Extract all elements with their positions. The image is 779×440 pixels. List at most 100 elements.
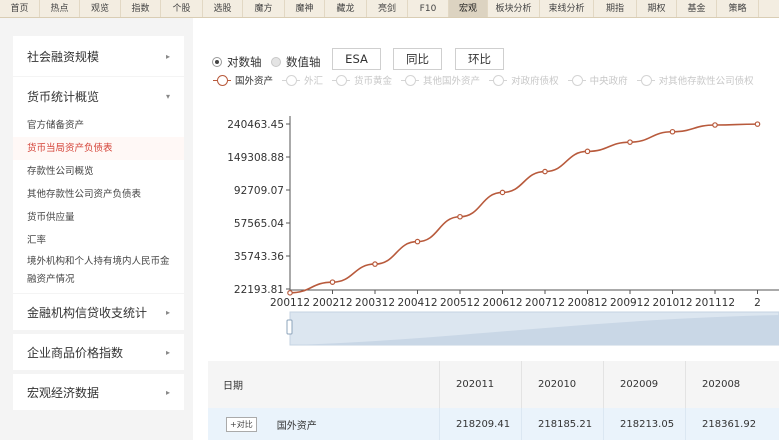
table-header-col[interactable]: 202011 xyxy=(440,361,522,408)
zoom-handle-icon[interactable] xyxy=(286,319,293,335)
nav-tab[interactable]: 指数 xyxy=(121,0,161,17)
compare-button[interactable]: +对比 xyxy=(226,416,257,432)
table-header-col[interactable]: 202009 xyxy=(604,361,686,408)
table-row-name: 国外资产 xyxy=(276,420,317,432)
legend-item[interactable]: 对政府债权 xyxy=(489,73,559,87)
x-tick-label: 200812 xyxy=(567,297,607,309)
legend-label: 对政府债权 xyxy=(511,76,559,87)
esa-button[interactable]: ESA xyxy=(332,48,381,70)
x-tick-label: 200512 xyxy=(440,297,480,309)
legend-item[interactable]: 货币黄金 xyxy=(332,73,392,87)
sidebar-item-other-depository-balance[interactable]: 其他存款性公司资产负债表 xyxy=(13,183,184,206)
nav-tab[interactable]: 观览 xyxy=(80,0,121,17)
table-header-col[interactable]: 202008 xyxy=(686,361,779,408)
sidebar-card-macro-data[interactable]: 宏观经济数据 ▸ xyxy=(13,374,184,410)
sidebar-item-foreign-holdings-line1: 境外机构和个人持有境内人民币金 xyxy=(27,256,170,267)
nav-tab[interactable]: 热点 xyxy=(40,0,80,17)
legend-item[interactable]: 国外资产 xyxy=(213,73,273,87)
x-tick-label: 200312 xyxy=(355,297,395,309)
data-point xyxy=(457,213,463,220)
chevron-right-icon: ▸ xyxy=(165,51,170,61)
value-axis-radio[interactable]: 数值轴 xyxy=(271,54,321,70)
legend-marker-icon xyxy=(213,75,231,86)
table-header-date: 日期 xyxy=(208,361,440,408)
sidebar-section-credit-stats[interactable]: 金融机构信贷收支统计 ▸ xyxy=(13,294,184,330)
legend-label: 外汇 xyxy=(304,76,324,87)
table-row: +对比 国外资产 218209.41 218185.21 218213.05 2… xyxy=(208,408,779,440)
legend-item[interactable]: 其他国外资产 xyxy=(401,73,480,87)
sidebar-section-label: 金融机构信贷收支统计 xyxy=(27,305,148,320)
y-tick-label: 22193.81 xyxy=(234,284,284,296)
sidebar-section-social-financing[interactable]: 社会融资规模 ▸ xyxy=(13,36,184,76)
nav-tab[interactable]: 期权 xyxy=(637,0,677,17)
data-point xyxy=(712,122,718,128)
top-navigation: 首页 热点 观览 指数 个股 选股 魔方 魔神 藏龙 亮剑 F10 宏观 板块分析 束线分析 期指 期权 基金策… xyxy=(0,0,779,18)
table-cell-value: 218185.21 xyxy=(522,408,604,440)
data-point xyxy=(669,128,676,135)
nav-tab[interactable]: 策略 xyxy=(717,0,759,17)
table-header-col[interactable]: 202010 xyxy=(522,361,604,408)
nav-tab[interactable]: 首页 xyxy=(0,0,40,17)
data-point xyxy=(627,139,633,145)
legend-label: 中央政府 xyxy=(589,76,628,87)
x-tick-label: 200612 xyxy=(482,297,522,309)
data-table: 日期 202011 202010 202009 202008 +对比 国外资产 … xyxy=(208,361,779,440)
x-tick-label: 201112 xyxy=(695,297,735,309)
sidebar-item-depository-survey[interactable]: 存款性公司概览 xyxy=(13,160,184,183)
x-tick-label: 200412 xyxy=(397,297,437,309)
legend-item[interactable]: 中央政府 xyxy=(567,73,628,87)
nav-tab[interactable]: 亮剑 xyxy=(367,0,408,17)
radio-selected-icon xyxy=(212,57,222,67)
nav-tab[interactable]: 宏观 xyxy=(449,0,488,17)
value-axis-label: 数值轴 xyxy=(286,55,321,69)
y-tick-label: 92709.07 xyxy=(234,185,284,197)
sidebar-card-price-index[interactable]: 企业商品价格指数 ▸ xyxy=(13,334,184,370)
sidebar-card-social-financing[interactable]: 社会融资规模 ▸ xyxy=(13,36,184,76)
x-tick-label: 200712 xyxy=(525,297,565,309)
nav-tab[interactable]: 期指 xyxy=(594,0,637,17)
chevron-right-icon: ▸ xyxy=(165,387,170,397)
chevron-down-icon: ▾ xyxy=(165,91,170,101)
legend-item[interactable]: 对其他存款性公司债权 xyxy=(636,73,754,87)
main-panel: 对数轴 数值轴 ESA 同比 环比 国外资产 外汇 货币黄金 其他国外资产 对政府债权 中… xyxy=(193,18,779,440)
data-point xyxy=(584,148,591,155)
x-tick-label: 200212 xyxy=(312,297,352,309)
nav-tab[interactable]: 板块分析 xyxy=(488,0,540,17)
legend-marker-icon xyxy=(489,75,508,86)
sidebar-item-exchange-rate[interactable]: 汇率 xyxy=(13,229,184,252)
legend-marker-icon xyxy=(401,75,420,86)
nav-tab[interactable]: 魔神 xyxy=(285,0,325,17)
y-tick-label: 149308.88 xyxy=(227,152,284,164)
sidebar-item-money-supply[interactable]: 货币供应量 xyxy=(13,206,184,229)
nav-tab[interactable]: 束线分析 xyxy=(540,0,594,17)
table-cell-value: 218209.41 xyxy=(440,408,522,440)
sidebar-item-central-bank-balance[interactable]: 货币当局资产负债表 xyxy=(13,137,184,160)
nav-tab[interactable]: F10 xyxy=(408,0,449,17)
legend-label: 国外资产 xyxy=(235,76,274,87)
sidebar-section-label: 宏观经济数据 xyxy=(27,385,100,400)
sidebar-item-foreign-holdings[interactable]: 境外机构和个人持有境内人民币金 融资产情况 xyxy=(13,253,184,289)
sidebar-section-macro-data[interactable]: 宏观经济数据 ▸ xyxy=(13,374,184,410)
sidebar-card-credit-stats[interactable]: 金融机构信贷收支统计 ▸ xyxy=(13,294,184,330)
nav-tab[interactable]: 基金 xyxy=(677,0,717,17)
mom-button[interactable]: 环比 xyxy=(455,48,504,70)
log-axis-radio[interactable]: 对数轴 xyxy=(212,54,262,70)
sidebar-section-label: 社会融资规模 xyxy=(27,49,100,64)
nav-tab[interactable]: 选股 xyxy=(203,0,243,17)
series-line xyxy=(289,123,758,294)
nav-tab[interactable]: 藏龙 xyxy=(325,0,367,17)
sidebar-section-monetary-stats[interactable]: 货币统计概览 ▾ xyxy=(13,77,184,115)
data-point xyxy=(329,279,336,285)
data-point xyxy=(372,261,378,267)
table-cell-value: 218213.05 xyxy=(604,408,686,440)
line-chart[interactable]: 22193.81 35743.36 57565.04 92709.07 149308.8… xyxy=(193,88,779,350)
sidebar: 社会融资规模 ▸ 货币统计概览 ▾ 官方储备资产 货币当局资产负债表 存款性公司… xyxy=(0,18,193,440)
sidebar-card-monetary-stats: 货币统计概览 ▾ 官方储备资产 货币当局资产负债表 存款性公司概览 其他存款性公… xyxy=(13,77,184,293)
y-tick-label: 240463.45 xyxy=(227,119,284,131)
nav-tab[interactable]: 魔方 xyxy=(243,0,285,17)
yoy-button[interactable]: 同比 xyxy=(393,48,442,70)
legend-item[interactable]: 外汇 xyxy=(282,73,323,87)
nav-tab[interactable]: 个股 xyxy=(161,0,203,17)
sidebar-section-price-index[interactable]: 企业商品价格指数 ▸ xyxy=(13,334,184,370)
sidebar-item-reserve-assets[interactable]: 官方储备资产 xyxy=(13,115,184,137)
